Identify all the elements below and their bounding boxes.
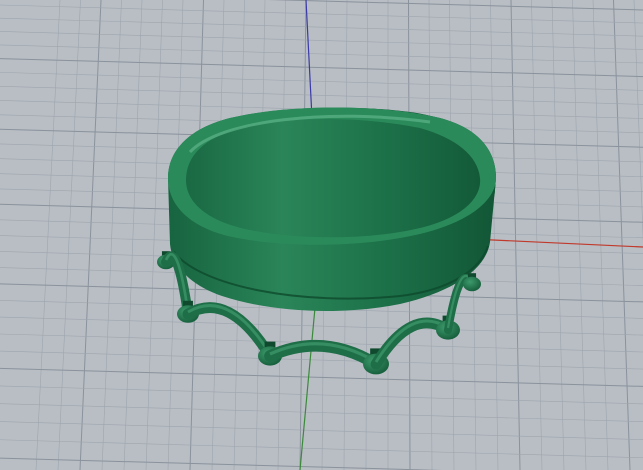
- viewport-canvas[interactable]: [0, 0, 643, 470]
- grid-line-minor: [101, 0, 122, 470]
- grid-line-minor: [633, 0, 643, 243]
- grid-line-minor: [0, 31, 643, 50]
- crown-ring-model[interactable]: [157, 107, 496, 375]
- grid-line-minor: [551, 0, 565, 470]
- grid-line-minor: [572, 0, 587, 470]
- grid-line-major: [0, 457, 443, 470]
- grid-line-minor: [0, 403, 643, 422]
- grid-line-major: [510, 0, 521, 470]
- grid-line-minor: [0, 44, 643, 64]
- grid-line-major: [267, 0, 643, 11]
- grid-line-minor: [145, 0, 163, 470]
- grid-line-major: [0, 58, 643, 78]
- grid-line-minor: [0, 17, 643, 37]
- grid-line-minor: [0, 350, 643, 370]
- grid-line-minor: [0, 72, 643, 91]
- grid-line-minor: [592, 0, 609, 470]
- grid-line-minor: [35, 0, 61, 470]
- grid-line-minor: [0, 316, 643, 336]
- grid-line-major: [79, 0, 102, 470]
- grid-line-major: [613, 0, 631, 470]
- grid-line-minor: [0, 385, 643, 405]
- grid-line-minor: [123, 0, 143, 470]
- grid-line-minor: [0, 421, 643, 440]
- grid-line-major: [0, 367, 643, 387]
- grid-line-minor: [57, 0, 81, 470]
- 3d-viewport[interactable]: [0, 0, 643, 470]
- grid-line-minor: [0, 439, 643, 459]
